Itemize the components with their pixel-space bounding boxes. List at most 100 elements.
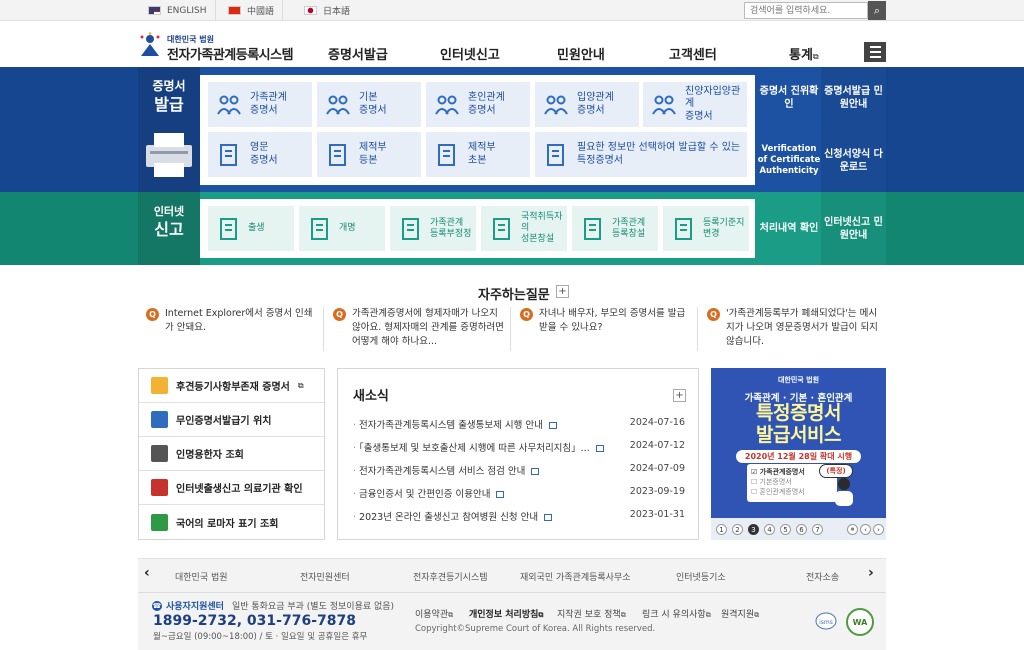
- cert-card[interactable]: 영문 증명서: [208, 132, 312, 177]
- notice-row[interactable]: · 「출생통보제 및 보호출산제 시행에 따른 사무처리지침」... 2024-07…: [353, 440, 685, 458]
- footer-link[interactable]: 전자후견등기시스템: [413, 570, 488, 583]
- notice-text: 「출생통보제 및 보호출산제 시행에 따른 사무처리지침」...: [359, 443, 590, 454]
- notice-text-wrap: · 금융인증서 및 간편인증 이용안내: [353, 486, 505, 504]
- report-card[interactable]: 가족관계 등록창설: [572, 206, 658, 251]
- english-doc-icon: [220, 143, 237, 166]
- pause-icon[interactable]: ⏸: [847, 524, 858, 535]
- faq-item[interactable]: Q '가족관계등록부가 폐쇄되었다'는 메시지가 나오며 영문증명서가 발급이 되…: [707, 307, 885, 351]
- next-icon[interactable]: ›: [873, 524, 884, 535]
- report-card[interactable]: 출생: [208, 206, 294, 251]
- cert-card-label: 제적부 초본: [468, 142, 496, 166]
- policy-link-label: 개인정보 처리방침: [469, 610, 539, 620]
- bullet: ·: [353, 466, 357, 477]
- banner-page-dot[interactable]: 3: [748, 524, 759, 535]
- footer-link[interactable]: 전자소송: [806, 570, 839, 583]
- cert-card[interactable]: 친양자입양관계 증명서: [643, 82, 747, 127]
- report-guide[interactable]: 인터넷신고 민원안내: [821, 192, 886, 265]
- banner-page-dot[interactable]: 6: [796, 524, 807, 535]
- quick-link[interactable]: 인명용한자 조회: [139, 437, 324, 471]
- lang-english[interactable]: ENGLISH: [140, 0, 216, 21]
- cert-guide[interactable]: 증명서발급 민원안내: [821, 67, 886, 129]
- report-card-label: 등록기준지 변경: [703, 217, 745, 239]
- cert-verification-en[interactable]: Verification of Certificate Authenticity: [757, 129, 821, 192]
- report-history[interactable]: 처리내역 확인: [757, 192, 821, 265]
- faq-item[interactable]: Q 자녀나 배우자, 부모의 증명서를 발급받을 수 있나요?: [520, 307, 698, 351]
- banner-org: 대한민국 법원: [777, 376, 820, 384]
- policy-link[interactable]: 개인정보 처리방침⧉: [469, 607, 543, 620]
- report-title-2: 신고: [154, 220, 184, 239]
- notice-row[interactable]: · 금융인증서 및 간편인증 이용안내 2023-09-19: [353, 486, 685, 504]
- banner-page-dot[interactable]: 7: [812, 524, 823, 535]
- footer-link[interactable]: 재외국민 가족관계등록사무소: [520, 570, 631, 583]
- faq-item[interactable]: Q 가족관계증명서에 형제자매가 나오지 않아요. 형제자매의 관계를 증명하려면…: [333, 307, 511, 351]
- question-icon: Q: [520, 308, 533, 321]
- gnb-guide[interactable]: 민원안내: [557, 44, 605, 63]
- cert-card[interactable]: 필요한 정보만 선택하여 발급할 수 있는 특정증명서: [535, 132, 747, 177]
- quick-link[interactable]: 국어의 로마자 표기 조회: [139, 505, 324, 539]
- lang-chinese[interactable]: 中國語: [220, 0, 284, 21]
- footer-link[interactable]: 인터넷등기소: [676, 570, 726, 583]
- search-input[interactable]: [744, 2, 868, 19]
- all-menu-button[interactable]: [864, 42, 886, 62]
- footer-link[interactable]: 대한민국 법원: [175, 570, 228, 583]
- cert-form-download[interactable]: 신청서양식 다운로드: [821, 129, 886, 192]
- quick-link[interactable]: 인터넷출생신고 의료기관 확인: [139, 471, 324, 505]
- footer-link[interactable]: 전자민원센터: [300, 570, 350, 583]
- report-card[interactable]: 등록기준지 변경: [663, 206, 749, 251]
- logo-title[interactable]: 전자가족관계등록시스템: [167, 44, 294, 63]
- lang-label: ENGLISH: [167, 5, 207, 16]
- faq-text: 자녀나 배우자, 부모의 증명서를 발급받을 수 있나요?: [539, 308, 686, 333]
- notice-row[interactable]: · 2023년 온라인 출생신고 참여병원 신청 안내 2023-01-31: [353, 509, 685, 527]
- bullet: ·: [353, 443, 357, 454]
- faq-text: 가족관계증명서에 형제자매가 나오지 않아요. 형제자매의 관계를 증명하려면 …: [352, 308, 504, 347]
- banner-page-dot[interactable]: 4: [764, 524, 775, 535]
- report-card[interactable]: 가족관계 등록부정정: [390, 206, 476, 251]
- banner-page-dot[interactable]: 5: [780, 524, 791, 535]
- faq-item[interactable]: Q Internet Explorer에서 증명서 인쇄가 안돼요.: [146, 307, 324, 351]
- cert-card[interactable]: 혼인관계 증명서: [426, 82, 530, 127]
- quick-link-label: 무인증명서발급기 위치: [176, 416, 272, 427]
- cert-card[interactable]: 제적부 초본: [426, 132, 530, 177]
- report-card[interactable]: 개명: [299, 206, 385, 251]
- notice-date: 2023-01-31: [629, 509, 685, 520]
- footer-prev-button[interactable]: ‹: [144, 565, 150, 581]
- web-accessibility-badge-icon: WA: [846, 608, 874, 636]
- gnb-support[interactable]: 고객센터: [669, 44, 717, 63]
- report-title-1: 인터넷: [153, 205, 185, 218]
- external-link-icon: ⧉: [538, 611, 544, 619]
- notice-more-button[interactable]: +: [673, 389, 686, 402]
- lang-japanese[interactable]: 日本語: [296, 0, 358, 21]
- notice-row[interactable]: · 전자가족관계등록시스템 출생통보제 시행 안내 2024-07-16: [353, 417, 685, 435]
- quick-link[interactable]: 후견등기사항부존재 증명서 ⧉: [139, 369, 324, 403]
- gnb-cert[interactable]: 증명서발급: [328, 44, 388, 63]
- cert-card[interactable]: 기본 증명서: [317, 82, 421, 127]
- notice-text: 전자가족관계등록시스템 출생통보제 시행 안내: [359, 420, 543, 431]
- policy-link[interactable]: 원격지원⧉: [721, 607, 759, 620]
- cert-card[interactable]: 입양관계 증명서: [535, 82, 639, 127]
- report-card[interactable]: 국적취득자의 성본창설: [481, 206, 567, 251]
- cert-card[interactable]: 가족관계 증명서: [208, 82, 312, 127]
- gnb-stats[interactable]: 통계⧉: [789, 44, 819, 63]
- policy-link[interactable]: 이용약관⧉: [415, 607, 453, 620]
- banner-page-dot[interactable]: 2: [732, 524, 743, 535]
- policy-link[interactable]: 링크 시 유의사항⧉: [642, 607, 711, 620]
- bullet: ·: [353, 489, 357, 500]
- court-logo-icon[interactable]: [138, 32, 162, 58]
- notice-row[interactable]: · 전자가족관계등록시스템 서비스 점검 안내 2024-07-09: [353, 463, 685, 481]
- faq-more-button[interactable]: +: [556, 285, 569, 298]
- banner-page-dot[interactable]: 1: [716, 524, 727, 535]
- quick-link[interactable]: 무인증명서발급기 위치: [139, 403, 324, 437]
- location-pin-icon: [151, 411, 168, 428]
- policy-link-label: 이용약관: [415, 610, 449, 620]
- footer-next-button[interactable]: ›: [868, 565, 874, 581]
- policy-link[interactable]: 지작권 보호 정책⧉: [557, 607, 626, 620]
- cert-card[interactable]: 제적부 등본: [317, 132, 421, 177]
- promo-banner[interactable]: 대한민국 법원 가족관계 · 기본 · 혼인관계 특정증명서 발급서비스 202…: [711, 368, 886, 540]
- cert-title-2: 발급: [154, 95, 184, 114]
- gnb-report[interactable]: 인터넷신고: [440, 44, 500, 63]
- search-button[interactable]: ⌕: [868, 1, 886, 20]
- prev-icon[interactable]: ‹: [860, 524, 871, 535]
- report-card-label: 출생: [248, 223, 265, 234]
- plus-icon: +: [558, 286, 567, 297]
- cert-verify[interactable]: 증명서 진위확인: [757, 67, 821, 129]
